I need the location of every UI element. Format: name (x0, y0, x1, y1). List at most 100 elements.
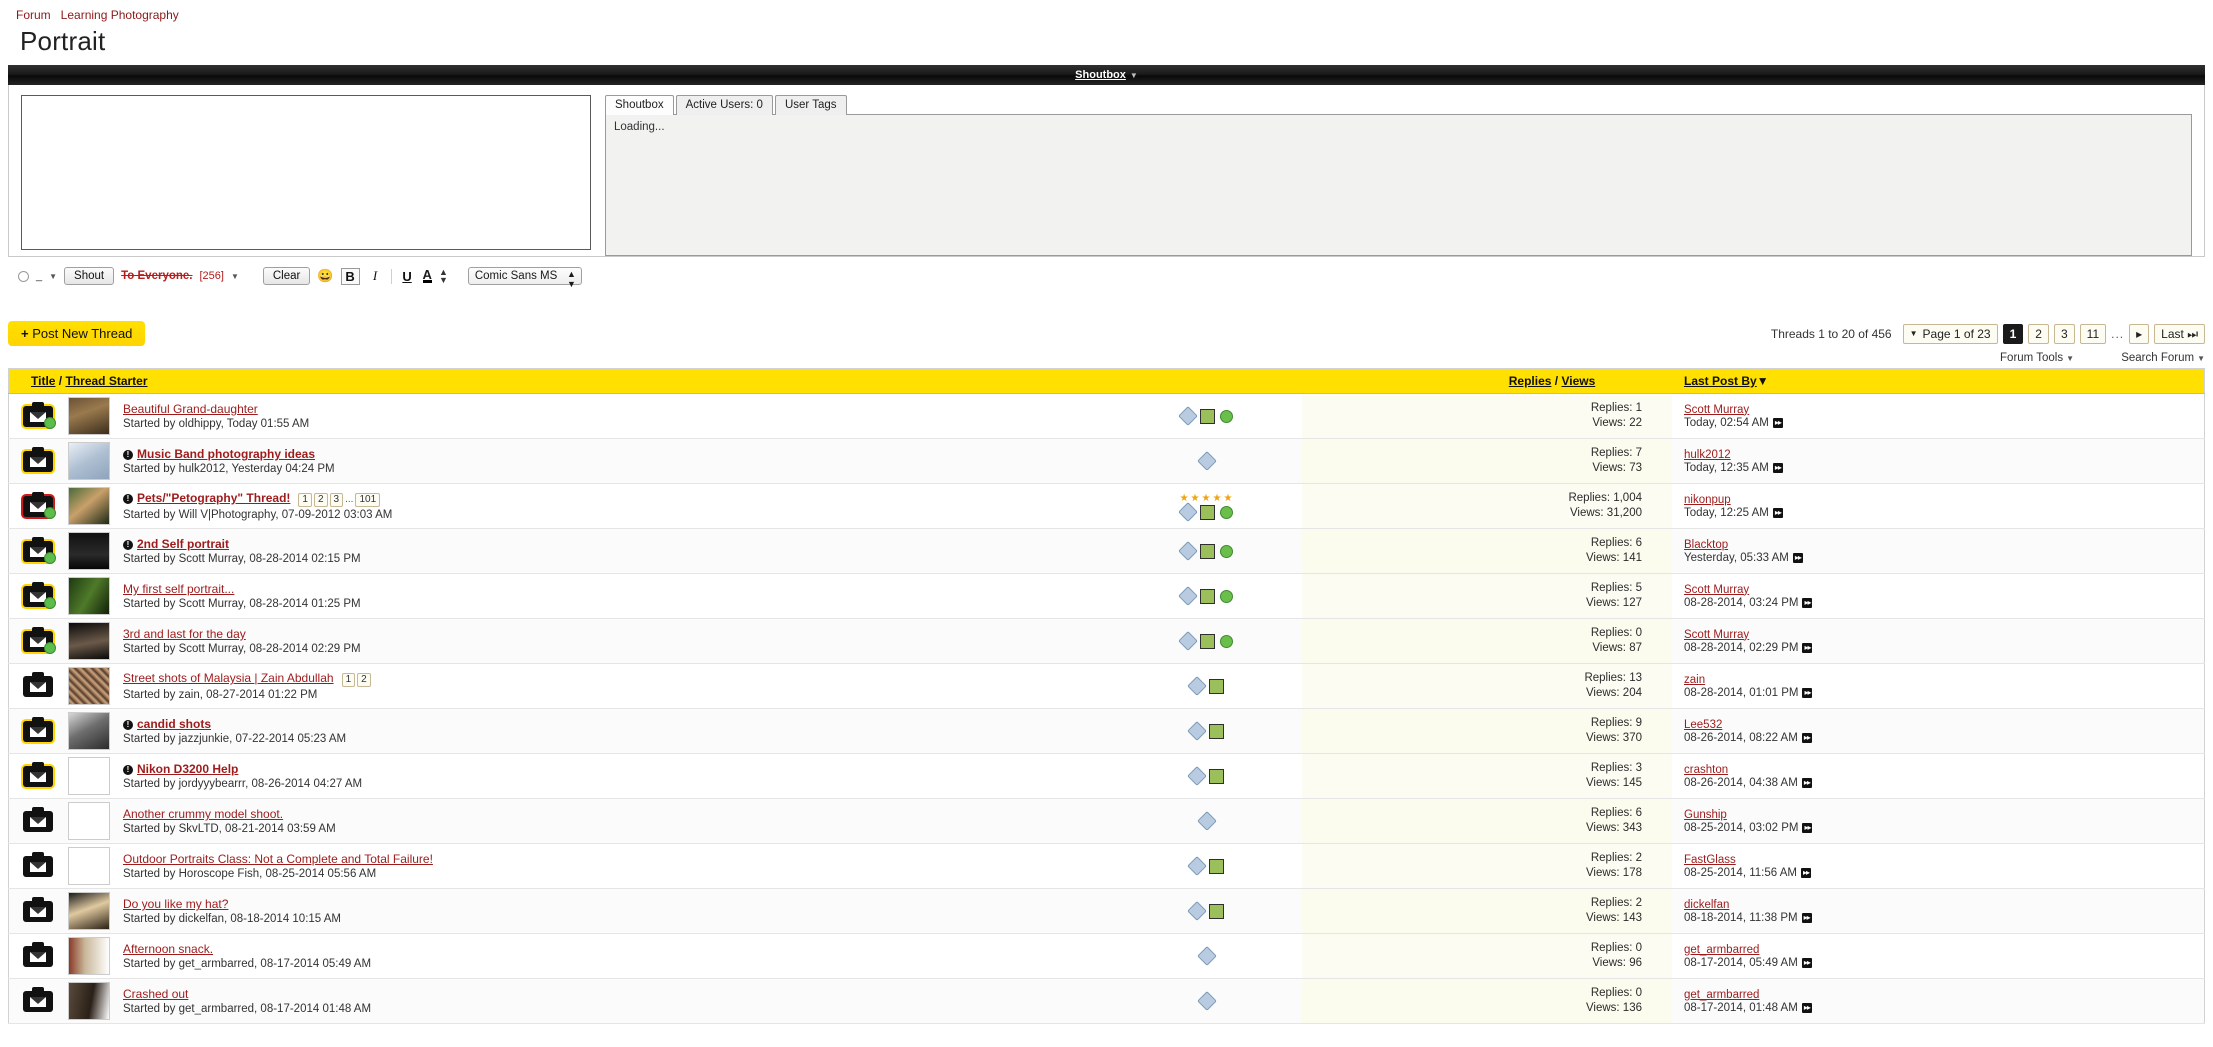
forum-tools-menu[interactable]: Forum Tools▼ (1978, 352, 2074, 364)
page-button-3[interactable]: 3 (2054, 324, 2075, 344)
smiley-icon[interactable]: 😀 (317, 268, 333, 284)
shout-recipient-link[interactable]: To Everyone. (121, 270, 192, 282)
table-row[interactable]: !Music Band photography ideasStarted by … (9, 439, 2205, 484)
shoutbox-title-bar[interactable]: Shoutbox▼ (8, 65, 2205, 85)
thread-status-cell[interactable] (9, 754, 68, 799)
go-to-last-post-icon[interactable]: ▸▸ (1802, 598, 1812, 608)
next-page-button[interactable]: ▸ (2129, 324, 2149, 344)
sort-by-last-post[interactable]: Last Post By (1684, 374, 1757, 388)
last-post-user-link[interactable]: zain (1684, 674, 1705, 686)
go-to-last-post-icon[interactable]: ▸▸ (1773, 418, 1783, 428)
go-to-last-post-icon[interactable]: ▸▸ (1793, 553, 1803, 563)
table-row[interactable]: !Nikon D3200 HelpStarted by jordyyybearr… (9, 754, 2205, 799)
table-row[interactable]: Afternoon snack.Started by get_armbarred… (9, 934, 2205, 979)
sort-by-replies[interactable]: Replies (1509, 374, 1552, 388)
last-post-user-link[interactable]: Blacktop (1684, 539, 1728, 551)
search-forum-menu[interactable]: Search Forum▼ (2099, 352, 2205, 364)
font-color-button[interactable]: A (423, 269, 432, 283)
thread-status-cell[interactable] (9, 934, 68, 979)
table-row[interactable]: My first self portrait...Started by Scot… (9, 574, 2205, 619)
table-row[interactable]: Beautiful Grand-daughterStarted by oldhi… (9, 394, 2205, 439)
go-to-last-post-icon[interactable]: ▸▸ (1801, 868, 1811, 878)
last-post-user-link[interactable]: crashton (1684, 764, 1728, 776)
thread-title-link[interactable]: Pets/"Petography" Thread! (137, 491, 290, 505)
page-selector[interactable]: ▼ Page 1 of 23 (1903, 324, 1998, 344)
thread-title-link[interactable]: 2nd Self portrait (137, 537, 229, 551)
thread-page-link[interactable]: 2 (314, 493, 328, 507)
thread-title-link[interactable]: Nikon D3200 Help (137, 762, 238, 776)
thread-page-link[interactable]: 101 (355, 493, 380, 507)
go-to-last-post-icon[interactable]: ▸▸ (1802, 913, 1812, 923)
italic-button[interactable]: I (367, 268, 384, 284)
last-page-button[interactable]: Last ⏭ (2154, 324, 2205, 344)
thread-page-link[interactable]: 1 (298, 493, 312, 507)
thread-title-link[interactable]: Outdoor Portraits Class: Not a Complete … (123, 852, 433, 866)
sort-by-views[interactable]: Views (1561, 374, 1595, 388)
table-row[interactable]: !Pets/"Petography" Thread!123...101Start… (9, 484, 2205, 529)
thread-title-link[interactable]: Afternoon snack. (123, 942, 213, 956)
thread-status-cell[interactable] (9, 619, 68, 664)
table-row[interactable]: Another crummy model shoot.Started by Sk… (9, 799, 2205, 844)
go-to-last-post-icon[interactable]: ▸▸ (1773, 463, 1783, 473)
thread-title-link[interactable]: My first self portrait... (123, 582, 234, 596)
table-row[interactable]: !2nd Self portraitStarted by Scott Murra… (9, 529, 2205, 574)
last-post-user-link[interactable]: hulk2012 (1684, 449, 1731, 461)
thread-title-link[interactable]: Street shots of Malaysia | Zain Abdullah (123, 671, 334, 685)
shoutbox-title-link[interactable]: Shoutbox (1075, 69, 1126, 81)
last-post-user-link[interactable]: Scott Murray (1684, 584, 1749, 596)
last-post-user-link[interactable]: dickelfan (1684, 899, 1729, 911)
go-to-last-post-icon[interactable]: ▸▸ (1802, 958, 1812, 968)
thread-title-link[interactable]: Crashed out (123, 987, 188, 1001)
table-row[interactable]: Street shots of Malaysia | Zain Abdullah… (9, 664, 2205, 709)
thread-status-cell[interactable] (9, 529, 68, 574)
last-post-user-link[interactable]: Scott Murray (1684, 629, 1749, 641)
thread-status-cell[interactable] (9, 484, 68, 529)
last-post-user-link[interactable]: Scott Murray (1684, 404, 1749, 416)
sort-by-thread-starter[interactable]: Thread Starter (65, 374, 147, 388)
tab-shoutbox[interactable]: Shoutbox (605, 95, 674, 115)
go-to-last-post-icon[interactable]: ▸▸ (1802, 688, 1812, 698)
thread-page-link[interactable]: 2 (357, 673, 371, 687)
shout-radio-toggle[interactable] (18, 271, 29, 282)
sort-by-title[interactable]: Title (31, 374, 55, 388)
table-row[interactable]: Crashed outStarted by get_armbarred, 08-… (9, 979, 2205, 1024)
last-post-user-link[interactable]: get_armbarred (1684, 989, 1759, 1001)
thread-status-cell[interactable] (9, 844, 68, 889)
page-button-1[interactable]: 1 (2003, 324, 2024, 344)
thread-title-link[interactable]: Beautiful Grand-daughter (123, 402, 258, 416)
breadcrumb-item-learning-photography[interactable]: Learning Photography (61, 8, 179, 22)
thread-page-link[interactable]: 3 (330, 493, 344, 507)
go-to-last-post-icon[interactable]: ▸▸ (1802, 733, 1812, 743)
tab-user-tags[interactable]: User Tags (775, 95, 847, 115)
go-to-last-post-icon[interactable]: ▸▸ (1773, 508, 1783, 518)
post-new-thread-button[interactable]: + Post New Thread (8, 321, 145, 346)
chevron-down-icon[interactable]: ▼ (49, 272, 57, 281)
table-row[interactable]: 3rd and last for the dayStarted by Scott… (9, 619, 2205, 664)
font-family-select[interactable]: Comic Sans MS ▲▼ (468, 267, 582, 285)
thread-title-link[interactable]: candid shots (137, 717, 211, 731)
go-to-last-post-icon[interactable]: ▸▸ (1802, 823, 1812, 833)
last-post-user-link[interactable]: Gunship (1684, 809, 1727, 821)
last-post-user-link[interactable]: nikonpup (1684, 494, 1731, 506)
last-post-user-link[interactable]: get_armbarred (1684, 944, 1759, 956)
go-to-last-post-icon[interactable]: ▸▸ (1802, 1003, 1812, 1013)
go-to-last-post-icon[interactable]: ▸▸ (1802, 778, 1812, 788)
tab-active-users[interactable]: Active Users: 0 (676, 95, 773, 115)
thread-status-cell[interactable] (9, 394, 68, 439)
color-stepper-icon[interactable]: ▲▼ (439, 268, 448, 284)
thread-status-cell[interactable] (9, 664, 68, 709)
page-button-2[interactable]: 2 (2028, 324, 2049, 344)
shout-message-input[interactable] (21, 95, 591, 250)
table-row[interactable]: Do you like my hat?Started by dickelfan,… (9, 889, 2205, 934)
thread-title-link[interactable]: Do you like my hat? (123, 897, 228, 911)
thread-title-link[interactable]: Music Band photography ideas (137, 447, 315, 461)
thread-status-cell[interactable] (9, 439, 68, 484)
thread-status-cell[interactable] (9, 979, 68, 1024)
table-row[interactable]: Outdoor Portraits Class: Not a Complete … (9, 844, 2205, 889)
page-button-11[interactable]: 11 (2080, 324, 2106, 344)
bold-button[interactable]: B (341, 268, 360, 285)
thread-status-cell[interactable] (9, 574, 68, 619)
go-to-last-post-icon[interactable]: ▸▸ (1802, 643, 1812, 653)
chevron-down-icon[interactable]: ▼ (231, 272, 239, 281)
clear-button[interactable]: Clear (263, 267, 310, 285)
